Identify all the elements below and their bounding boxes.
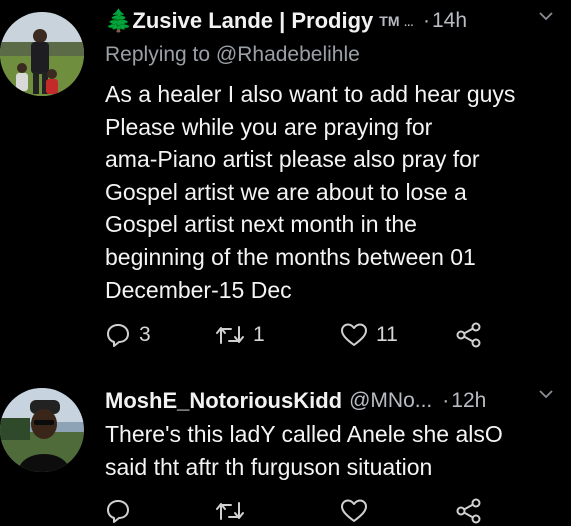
tweet-actions [105, 496, 571, 526]
replying-to-label: Replying to [105, 43, 211, 66]
share-button[interactable] [455, 496, 483, 526]
reply-icon [107, 324, 129, 347]
avatar[interactable] [0, 388, 84, 472]
like-button[interactable]: 11 [340, 320, 398, 350]
retweet-button[interactable] [215, 496, 245, 526]
tweet[interactable]: MoshE_NotoriousKidd @MNo... · 12h There'… [0, 378, 571, 524]
replying-to-handle[interactable]: @Rhadebelihle [216, 43, 360, 66]
share-icon [456, 498, 481, 524]
avatar[interactable] [0, 12, 84, 96]
like-button[interactable] [340, 496, 368, 526]
tweet-text: There's this ladY called Anele she alsO … [105, 421, 503, 480]
reply-button[interactable] [105, 496, 131, 526]
name-truncation: ... [403, 12, 413, 30]
display-name[interactable]: 🌲Zusive Lande | Prodigy [105, 8, 373, 34]
user-handle[interactable]: @MNo... [349, 389, 432, 413]
chevron-down-icon[interactable] [539, 11, 553, 21]
display-name[interactable]: MoshE_NotoriousKidd [105, 388, 342, 414]
retweet-icon [216, 326, 244, 344]
timestamp[interactable]: 14h [432, 9, 467, 33]
separator-dot: · [423, 9, 430, 32]
heart-icon [341, 323, 367, 346]
tweet-header: 🌲Zusive Lande | Prodigy TM ... · 14h [105, 6, 571, 36]
replying-to: Replying to @Rhadebelihle [105, 43, 360, 67]
retweet-button[interactable]: 1 [215, 320, 265, 350]
tweet-text: As a healer I also want to add hear guys… [105, 81, 516, 303]
timestamp[interactable]: 12h [451, 389, 486, 413]
reply-button[interactable]: 3 [105, 320, 151, 350]
share-icon [456, 322, 481, 348]
trademark-label: TM [379, 13, 400, 29]
like-count: 11 [376, 323, 398, 346]
tweet[interactable]: 🌲Zusive Lande | Prodigy TM ... · 14h Rep… [0, 0, 571, 370]
reply-icon [107, 500, 129, 523]
retweet-count: 1 [253, 323, 265, 346]
tweet-header: MoshE_NotoriousKidd @MNo... · 12h [105, 386, 571, 416]
tweet-actions: 3 1 11 [105, 320, 571, 350]
reply-count: 3 [139, 323, 151, 346]
share-button[interactable] [455, 320, 483, 350]
retweet-icon [216, 502, 244, 520]
separator-dot: · [442, 389, 450, 412]
chevron-down-icon[interactable] [539, 389, 553, 399]
heart-icon [341, 499, 367, 522]
